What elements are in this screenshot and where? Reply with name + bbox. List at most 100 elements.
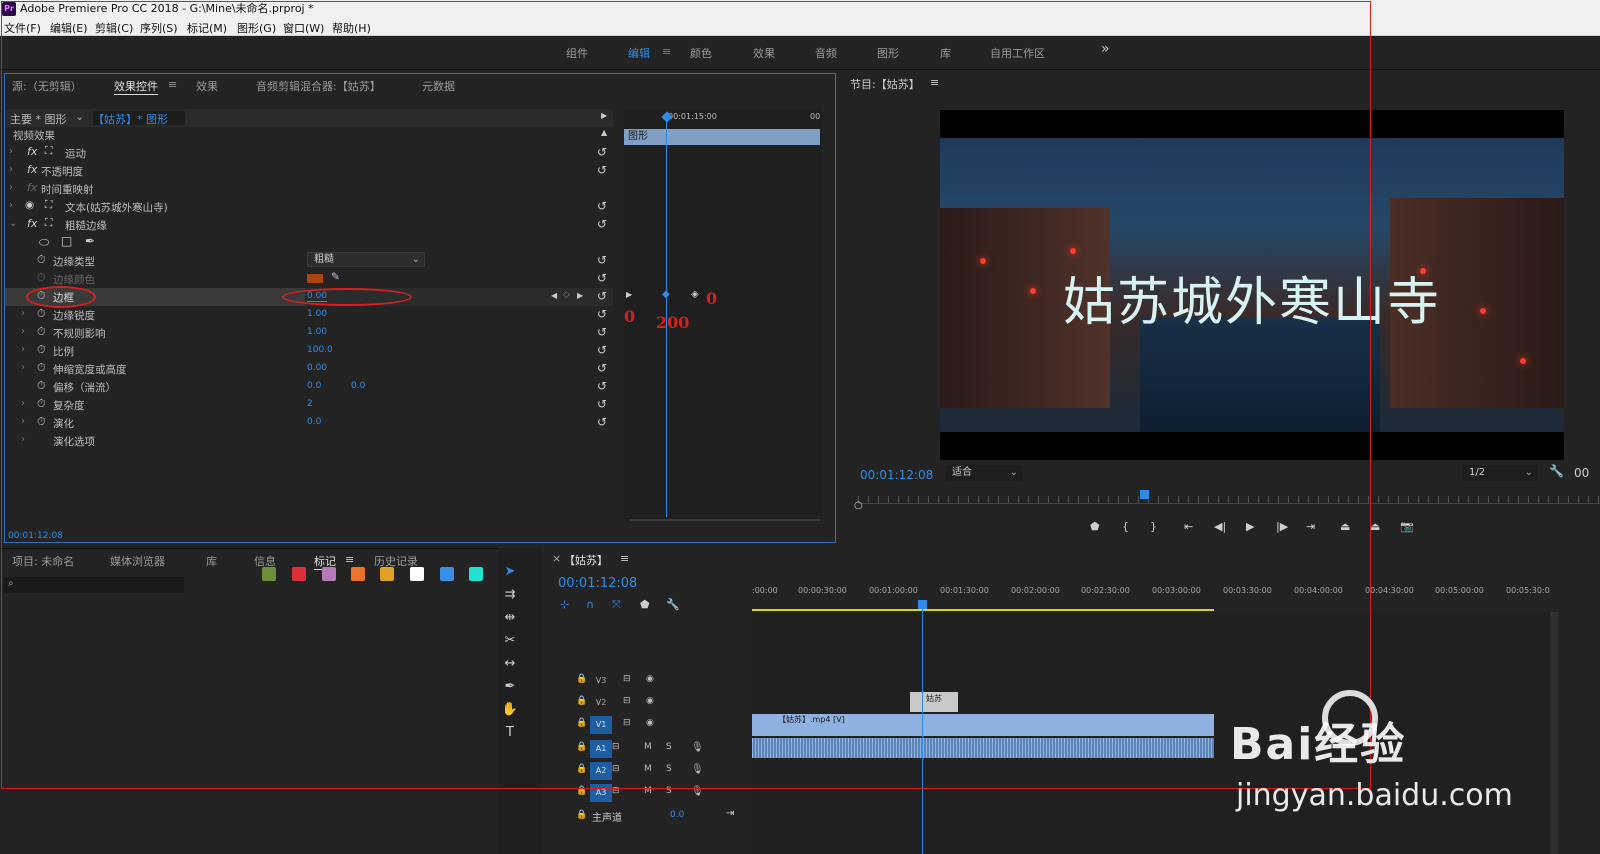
reset-icon[interactable]: ↺: [597, 217, 607, 231]
sync-lock-icon[interactable]: ⊟: [612, 786, 620, 796]
timeline-settings-icon[interactable]: 🔧: [666, 598, 680, 611]
ws-graphics[interactable]: 图形: [877, 45, 899, 61]
linked-select-icon[interactable]: ⤧: [612, 598, 621, 612]
lock-icon[interactable]: 🔒: [576, 742, 587, 752]
add-marker-icon[interactable]: ⬟: [1090, 520, 1100, 533]
keyframe-diamond-icon[interactable]: ◆: [662, 289, 670, 300]
solo-label[interactable]: S: [666, 786, 672, 796]
go-to-out-icon[interactable]: ⇥: [1306, 520, 1315, 533]
lock-icon[interactable]: 🔒: [576, 764, 587, 774]
expand-arrow-icon[interactable]: ›: [21, 308, 25, 319]
track-label[interactable]: V1: [590, 716, 612, 734]
ws-more-icon[interactable]: »: [1101, 41, 1110, 57]
tab-menu-icon[interactable]: ≡: [168, 78, 177, 91]
reset-icon[interactable]: ↺: [597, 415, 607, 429]
sync-lock-icon[interactable]: ⊟: [623, 718, 631, 728]
master-dropdown-icon[interactable]: ⌄: [75, 110, 84, 123]
menu-edit[interactable]: 编辑(E): [50, 20, 88, 36]
sync-lock-icon[interactable]: ⊟: [612, 764, 620, 774]
marker-color-purple[interactable]: [322, 567, 336, 581]
menu-marker[interactable]: 标记(M): [187, 20, 227, 36]
track-master[interactable]: 🔒 主声道 0.0 ⇥: [536, 806, 736, 828]
tab-markers-menu-icon[interactable]: ≡: [345, 553, 354, 566]
ec-row-time-remap[interactable]: › fx 时间重映射: [5, 180, 613, 198]
mic-icon[interactable]: 🎙: [691, 786, 704, 797]
expand-arrow-icon[interactable]: ›: [21, 416, 25, 427]
timeline-close-icon[interactable]: ×: [552, 552, 561, 565]
pen-tool-icon[interactable]: ✒: [500, 679, 520, 699]
stopwatch-icon[interactable]: ⏱: [37, 379, 46, 393]
marker-color-yellow[interactable]: [380, 567, 394, 581]
track-a3[interactable]: 🔒 A3 ⊟ M S 🎙: [536, 782, 736, 804]
marker-color-green[interactable]: [262, 567, 276, 581]
reset-icon[interactable]: ↺: [597, 307, 607, 321]
track-label[interactable]: A1: [590, 740, 612, 758]
reset-icon[interactable]: ↺: [597, 145, 607, 159]
stopwatch-icon[interactable]: ⏱: [37, 343, 46, 357]
lock-icon[interactable]: 🔒: [576, 696, 587, 706]
ec-value[interactable]: 2: [307, 399, 313, 409]
ws-libraries[interactable]: 库: [940, 45, 951, 61]
menu-sequence[interactable]: 序列(S): [140, 20, 178, 36]
ec-timecode[interactable]: 00:01:12:08: [8, 531, 63, 541]
slip-tool-icon[interactable]: ↔: [500, 656, 520, 676]
eye-icon[interactable]: ◉: [646, 674, 654, 684]
fx-icon[interactable]: fx: [27, 145, 37, 158]
expand-arrow-icon[interactable]: ›: [9, 146, 13, 157]
fx-icon[interactable]: fx: [27, 163, 37, 176]
mic-icon[interactable]: 🎙: [691, 742, 704, 753]
ec-scrollbar[interactable]: [630, 519, 820, 521]
stopwatch-icon[interactable]: ⏱: [37, 325, 46, 339]
timeline-menu-icon[interactable]: ≡: [620, 552, 629, 565]
program-video[interactable]: 姑苏城外寒山寺: [940, 110, 1564, 460]
ec-row-evolution-options[interactable]: › 演化选项: [5, 432, 613, 450]
track-a1[interactable]: 🔒 A1 ⊟ M S 🎙: [536, 738, 736, 760]
ec-value[interactable]: 100.0: [307, 345, 333, 355]
clip-label[interactable]: 【姑苏】* 图形: [93, 111, 185, 126]
reset-icon[interactable]: ↺: [597, 361, 607, 375]
lock-icon[interactable]: 🔒: [576, 718, 587, 728]
ws-color[interactable]: 颜色: [690, 45, 712, 61]
sync-lock-icon[interactable]: ⊟: [623, 696, 631, 706]
mute-label[interactable]: M: [644, 742, 652, 752]
stopwatch-icon[interactable]: ⏱: [37, 397, 46, 411]
ec-value[interactable]: 0.0: [307, 417, 321, 427]
expand-arrow-icon[interactable]: ›: [21, 362, 25, 373]
timeline-v-scrollbar[interactable]: [1550, 612, 1558, 854]
export-frame-icon[interactable]: 📷: [1400, 520, 1414, 533]
stopwatch-icon[interactable]: ⏱: [37, 253, 46, 267]
hand-tool-icon[interactable]: ✋: [500, 702, 520, 722]
master-track-value[interactable]: 0.0: [670, 810, 684, 820]
ec-row-edge-sharpness[interactable]: › ⏱ 边缘锐度 1.00 ↺: [5, 306, 613, 324]
tab-metadata[interactable]: 元数据: [422, 78, 455, 94]
fx-icon[interactable]: fx: [27, 217, 37, 230]
track-label[interactable]: A2: [590, 762, 612, 780]
nest-icon[interactable]: ⊹: [560, 598, 569, 611]
selection-tool-icon[interactable]: ➤: [500, 564, 520, 584]
marker-color-white[interactable]: [410, 567, 424, 581]
ws-effects[interactable]: 效果: [753, 45, 775, 61]
ec-row-text[interactable]: › ◉ ⛶ 文本(姑苏城外寒山寺) ↺: [5, 198, 613, 216]
menu-help[interactable]: 帮助(H): [332, 20, 371, 36]
extract-icon[interactable]: ⏏: [1370, 520, 1380, 533]
tab-project[interactable]: 项目: 未命名: [12, 553, 74, 569]
mark-in-icon[interactable]: {: [1122, 520, 1129, 533]
tab-source[interactable]: 源:（无剪辑）: [12, 78, 82, 94]
ec-value[interactable]: 1.00: [307, 327, 327, 337]
menu-graphics[interactable]: 图形(G): [237, 20, 276, 36]
wrench-icon[interactable]: 🔧: [1549, 464, 1564, 478]
track-v1[interactable]: 🔒 V1 ⊟ ◉: [536, 714, 736, 736]
expand-arrow-icon[interactable]: ›: [21, 326, 25, 337]
reset-icon[interactable]: ↺: [597, 343, 607, 357]
edge-color-swatch[interactable]: [307, 274, 323, 283]
reset-icon[interactable]: ↺: [597, 163, 607, 177]
ec-value[interactable]: 0.0: [307, 381, 321, 391]
reset-icon[interactable]: ↺: [597, 289, 607, 303]
reset-icon[interactable]: ↺: [597, 199, 607, 213]
track-a2[interactable]: 🔒 A2 ⊟ M S 🎙: [536, 760, 736, 782]
step-back-icon[interactable]: ◀|: [1214, 520, 1226, 533]
expand-arrow-icon[interactable]: ›: [9, 164, 13, 175]
tab-libraries[interactable]: 库: [206, 553, 217, 569]
type-tool-icon[interactable]: T: [500, 725, 520, 745]
ec-row-stretch[interactable]: › ⏱ 伸缩宽度或高度 0.00 ↺: [5, 360, 613, 378]
